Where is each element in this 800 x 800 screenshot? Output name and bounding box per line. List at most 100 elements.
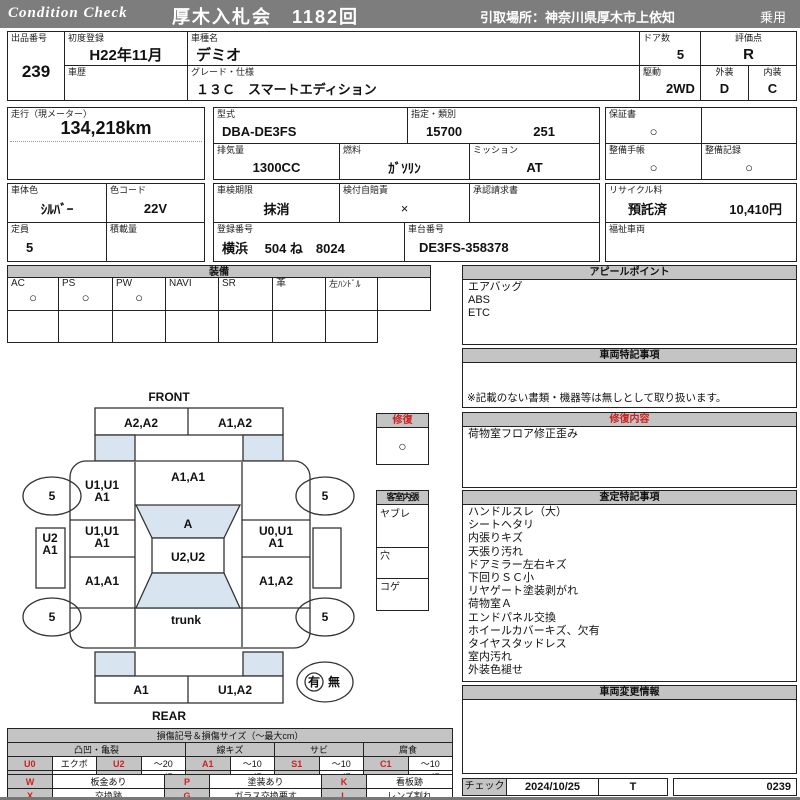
welfare-vehicle-label: 福祉車両	[609, 224, 646, 234]
cabin-item-tear: ヤブレ	[377, 504, 428, 548]
equipment-mark: ○	[135, 290, 143, 305]
maintenance-record-mark: ○	[745, 159, 753, 175]
left-door-mark2: A1	[94, 536, 110, 550]
recycle-fee-values: 預託済 10,410円	[606, 195, 796, 222]
type-class-cell: 指定・類別 15700 251	[407, 107, 600, 144]
legend-desc: ～20	[140, 756, 186, 771]
assessment-line: 下回りＳＣ小	[468, 572, 534, 585]
legend-code: U0	[7, 756, 53, 771]
legend-desc: 板金あり	[52, 774, 165, 789]
legend-desc: ～10	[229, 756, 275, 771]
equipment-cell-ac: AC ○	[7, 277, 59, 311]
type-class-values: 15700 251	[408, 119, 599, 143]
doors-label: ドア数	[643, 33, 671, 43]
assessment-line: 天張り汚れ	[468, 545, 523, 558]
welfare-vehicle-cell: 福祉車両	[605, 222, 797, 262]
appeal-line: ETC	[468, 307, 490, 320]
legend-desc: 看板跡	[366, 774, 453, 789]
displacement-label: 排気量	[217, 145, 245, 155]
mileage-value: 134,218km	[60, 117, 152, 138]
assessment-line: リヤゲート塗装剥がれ	[468, 585, 578, 598]
equipment-cell-navi: NAVI	[165, 277, 219, 311]
legend-group-corrosion: 腐食	[363, 742, 453, 757]
legend-code: W	[7, 774, 53, 789]
change-info-header: 車両変更情報	[463, 686, 796, 700]
transmission-cell: ミッション AT	[469, 143, 600, 180]
right-quarter-mark: A1,A2	[259, 574, 293, 588]
headlight-left	[94, 434, 136, 462]
equipment-label: PW	[116, 278, 133, 289]
legend-code: K	[321, 774, 367, 789]
equipment-empty-row-cell	[165, 310, 219, 343]
capacity-value: 5	[26, 240, 34, 255]
grade-label: グレード・仕様	[191, 67, 255, 77]
repair-flag-mark: ○	[398, 437, 407, 454]
model-name-cell: 車種名 デミオ	[187, 31, 640, 66]
auction-sheet: Condition Check 厚木入札会 1182回 引取場所：神奈川県厚木市…	[0, 0, 800, 800]
rear-bumper	[94, 675, 284, 704]
vehicle-notes-section: 車両特記事項 ※記載のない書類・機器等は無しとして取り扱います。	[462, 348, 797, 408]
check-inspector-cell: T	[598, 778, 668, 796]
appeal-points-section: アピールポイント エアバッグ ABS ETC	[462, 265, 797, 345]
equipment-cell-sr: SR	[218, 277, 273, 311]
assessment-notes-section: 査定特記事項 ハンドルスレ（大） シートヘタリ 内張りキズ 天張り汚れ ドアミラ…	[462, 490, 797, 682]
load-capacity-cell: 積載量	[106, 222, 205, 262]
inspection-cell: 車検期限 抹消	[213, 183, 340, 223]
wheel-front-left-value: 5	[49, 489, 56, 503]
spare-no-label: 無	[328, 674, 340, 689]
right-door-mark2: A1	[268, 536, 284, 550]
approval-request-value	[470, 195, 599, 222]
appeal-points-body: エアバッグ ABS ETC	[463, 279, 796, 344]
left-fender-mark2: A1	[94, 490, 110, 504]
legend-desc: エクボ	[51, 756, 97, 771]
equipment-cell-leather: 革	[272, 277, 326, 311]
legend-desc: ～10	[318, 756, 364, 771]
equipment-empty-row-cell	[112, 310, 166, 343]
roof-mark: U2,U2	[171, 550, 205, 564]
change-info-body	[463, 699, 796, 773]
interior-grade-cell: 内装 C	[748, 65, 797, 101]
cabin-item-hole: 穴	[377, 546, 428, 579]
cabin-interior-box: 客室内張 ヤブレ 穴 コゲ	[376, 490, 429, 611]
mileage-cell: 走行（現メーター） 134,218km	[7, 107, 205, 180]
interior-grade-value: C	[767, 81, 778, 96]
lot-number-label: 出品番号	[11, 33, 48, 43]
check-date-cell: 2024/10/25	[506, 778, 599, 796]
assessment-notes-body: ハンドルスレ（大） シートヘタリ 内張りキズ 天張り汚れ ドアミラー左右キズ 下…	[463, 504, 796, 681]
equipment-empty-row-cell	[325, 310, 378, 343]
recycle-status: 預託済	[628, 202, 668, 217]
assessment-line: シートヘタリ	[468, 519, 534, 532]
approval-request-label: 承認請求書	[473, 185, 519, 195]
registration-number-label: 登録番号	[217, 224, 254, 234]
spare-yes-label: 有	[308, 674, 320, 689]
cabin-item-burn: コゲ	[380, 582, 400, 593]
pickup-location: 引取場所：神奈川県厚木市上依知	[480, 10, 676, 25]
insurance-label: 検付自賠責	[343, 185, 389, 195]
equipment-mark: ○	[81, 290, 90, 305]
trunk-label: trunk	[171, 613, 201, 627]
type-class-label: 指定・類別	[411, 109, 457, 119]
assessment-line: ハンドルスレ（大）	[468, 506, 567, 518]
legend-code: A1	[185, 756, 231, 771]
legend-code: S1	[274, 756, 320, 771]
front-bumper-left-mark: A2,A2	[124, 416, 158, 430]
auction-title: 厚木入札会 1182回	[172, 7, 360, 27]
repair-details-section: 修復内容 荷物室フロア修正歪み	[462, 412, 797, 488]
model-code-label: 型式	[217, 109, 236, 119]
windshield-mark: A	[184, 517, 193, 531]
left-quarter-mark: A1,A1	[85, 574, 119, 588]
change-info-section: 車両変更情報	[462, 685, 797, 774]
displacement-cell: 排気量 1300CC	[213, 143, 340, 180]
exterior-grade-cell: 外装 D	[700, 65, 749, 101]
model-name-value: デミオ	[196, 46, 242, 64]
chassis-number-cell: 車台番号 DE3FS-358378	[404, 222, 600, 262]
transmission-value: AT	[526, 159, 543, 175]
vehicle-class: 乗用	[760, 10, 787, 25]
approval-request-cell: 承認請求書	[469, 183, 600, 223]
score-value: R	[743, 45, 754, 63]
body-color-label: 車体色	[11, 185, 39, 195]
type-number: 15700	[426, 123, 463, 139]
fuel-value: ｶﾞｿﾘﾝ	[388, 160, 421, 176]
insurance-cell: 検付自賠責 ×	[339, 183, 470, 223]
mileage-divider	[10, 141, 202, 142]
